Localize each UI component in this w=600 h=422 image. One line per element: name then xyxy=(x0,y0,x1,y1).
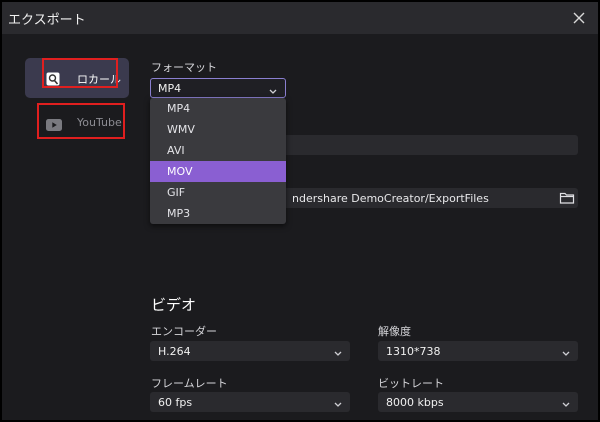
encoder-value: H.264 xyxy=(158,345,191,358)
format-option-mp4[interactable]: MP4 xyxy=(150,98,286,119)
resolution-value: 1310*738 xyxy=(386,345,441,358)
local-drive-icon xyxy=(46,71,60,90)
chevron-down-icon xyxy=(334,398,342,411)
bit-rate-select[interactable]: 8000 kbps xyxy=(378,392,578,412)
frame-rate-value: 60 fps xyxy=(158,396,193,409)
video-section-title: ビデオ xyxy=(151,296,197,314)
window-title: エクスポート xyxy=(8,13,86,28)
sidebar-item-local[interactable]: ロカール xyxy=(25,58,129,98)
chevron-down-icon xyxy=(334,347,342,360)
encoder-label: エンコーダー xyxy=(151,325,217,338)
format-select-value: MP4 xyxy=(158,82,182,95)
folder-icon[interactable] xyxy=(559,190,575,206)
format-option-wmv[interactable]: WMV xyxy=(150,119,286,140)
format-select[interactable]: MP4 xyxy=(150,78,286,98)
save-path-value: ndershare DemoCreator/ExportFiles xyxy=(292,192,489,205)
sidebar-item-youtube[interactable]: YouTube xyxy=(25,103,129,143)
bit-rate-value: 8000 kbps xyxy=(386,396,444,409)
frame-rate-label: フレームレート xyxy=(151,377,228,390)
format-dropdown-menu: MP4 WMV AVI MOV GIF MP3 xyxy=(150,98,286,224)
format-option-mov[interactable]: MOV xyxy=(150,161,286,182)
encoder-select[interactable]: H.264 xyxy=(150,341,350,361)
sidebar-item-label: YouTube xyxy=(77,116,122,129)
resolution-label: 解像度 xyxy=(378,325,411,338)
format-option-avi[interactable]: AVI xyxy=(150,140,286,161)
title-bar: エクスポート xyxy=(2,2,598,34)
frame-rate-select[interactable]: 60 fps xyxy=(150,392,350,412)
chevron-down-icon xyxy=(562,398,570,411)
format-label: フォーマット xyxy=(151,61,217,74)
format-option-mp3[interactable]: MP3 xyxy=(150,203,286,224)
chevron-down-icon xyxy=(562,347,570,360)
youtube-icon xyxy=(46,116,62,135)
sidebar-item-label: ロカール xyxy=(77,73,121,86)
resolution-select[interactable]: 1310*738 xyxy=(378,341,578,361)
export-dialog: エクスポート ロカール YouTube フォーマット MP4 ndershare… xyxy=(2,2,598,420)
close-icon[interactable] xyxy=(568,7,590,29)
chevron-down-icon xyxy=(269,85,277,98)
bit-rate-label: ビットレート xyxy=(378,377,444,390)
format-option-gif[interactable]: GIF xyxy=(150,182,286,203)
